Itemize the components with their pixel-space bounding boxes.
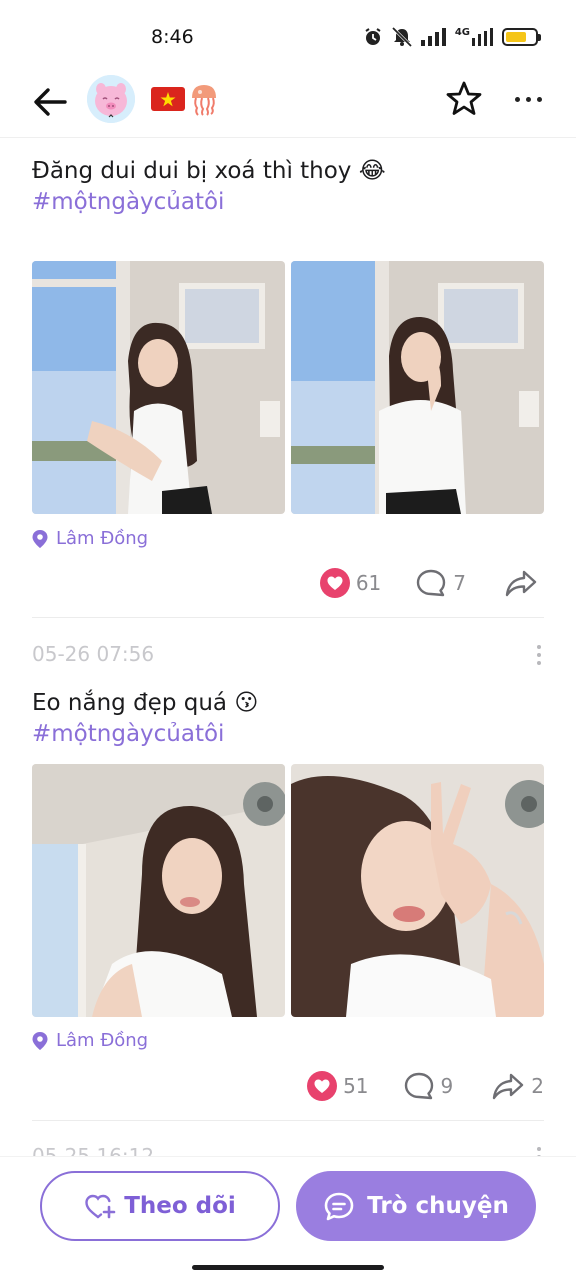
post-date: 05-25 16:12 <box>32 1144 155 1156</box>
share-button[interactable]: 2 <box>491 1072 544 1100</box>
network-label: 4G <box>454 27 470 38</box>
comment-count: 9 <box>440 1074 454 1098</box>
photo-grid <box>32 261 544 514</box>
post-text: Đăng dui dui bị xoá thì thoy 😂 <box>32 158 386 184</box>
back-button[interactable] <box>30 82 70 122</box>
heart-filled-icon <box>307 1071 338 1101</box>
post-hashtag[interactable]: #mộtngàycủatôi <box>32 719 544 750</box>
post-date: 05-26 07:56 <box>32 642 155 666</box>
share-arrow-icon <box>493 1073 524 1100</box>
more-horizontal-icon <box>514 96 520 102</box>
vietnam-flag-icon <box>151 87 185 111</box>
status-time: 8:46 <box>151 26 194 48</box>
chat-bubble-icon <box>324 1192 354 1221</box>
battery-fill <box>506 32 526 42</box>
star-outline-icon <box>446 81 482 115</box>
network-4g-icon: 4G <box>455 28 494 46</box>
post-card: Đăng dui dui bị xoá thì thoy 😂 #mộtngàyc… <box>32 156 544 618</box>
post-text: Eo nắng đẹp quá 😗 <box>32 690 259 716</box>
favorite-button[interactable] <box>444 79 484 119</box>
avatar[interactable] <box>87 75 135 123</box>
share-button[interactable] <box>504 569 544 597</box>
photo-grid <box>32 764 544 1017</box>
alarm-icon <box>365 28 381 45</box>
home-indicator <box>192 1265 384 1270</box>
post-actions: 51 9 2 <box>307 1071 544 1101</box>
comment-bubble-icon <box>417 569 446 597</box>
comment-button[interactable]: 7 <box>415 568 466 598</box>
heart-plus-icon <box>85 1194 116 1219</box>
jellyfish-icon <box>192 85 216 116</box>
post-photo[interactable] <box>32 261 285 514</box>
arrow-left-icon <box>34 88 67 116</box>
status-bar: 8:46 4G <box>0 0 576 76</box>
location-label: Lâm Đồng <box>56 1030 149 1051</box>
bottom-action-bar: Theo dõi Trò chuyện <box>0 1156 576 1280</box>
post-more-button[interactable] <box>534 643 544 667</box>
post-location[interactable]: Lâm Đồng <box>32 1030 148 1051</box>
like-button[interactable]: 61 <box>319 568 382 598</box>
post-more-button[interactable] <box>534 1145 544 1156</box>
post-actions: 61 7 <box>319 568 544 598</box>
heart-filled-icon <box>319 568 350 598</box>
post-photo[interactable] <box>32 764 285 1017</box>
post-photo[interactable] <box>291 764 544 1017</box>
signal-icon <box>420 28 446 46</box>
chat-label: Trò chuyện <box>367 1193 509 1219</box>
chat-button[interactable]: Trò chuyện <box>296 1171 536 1241</box>
post-photo[interactable] <box>291 261 544 514</box>
pink-pig-avatar <box>87 75 135 123</box>
like-count: 61 <box>355 571 382 595</box>
like-button[interactable]: 51 <box>307 1071 369 1101</box>
comment-bubble-icon <box>404 1072 433 1100</box>
battery-icon <box>502 28 541 46</box>
comment-button[interactable]: 9 <box>403 1071 454 1101</box>
post-divider <box>32 1120 544 1121</box>
location-pin-icon <box>32 1031 48 1050</box>
post-divider <box>32 617 544 618</box>
share-arrow-icon <box>505 570 537 597</box>
more-options-button[interactable] <box>506 79 550 119</box>
post-location[interactable]: Lâm Đồng <box>32 528 148 549</box>
location-pin-icon <box>32 529 48 548</box>
mute-icon <box>391 27 412 47</box>
post-card: 05-26 07:56 Eo nắng đẹp quá 😗 #mộtngàycủ… <box>32 640 544 1122</box>
follow-button[interactable]: Theo dõi <box>40 1171 280 1241</box>
follow-label: Theo dõi <box>124 1193 236 1219</box>
post-card: 05-25 16:12 <box>32 1140 544 1156</box>
comment-count: 7 <box>453 571 466 595</box>
post-body: Eo nắng đẹp quá 😗 #mộtngàycủatôi <box>32 688 544 750</box>
location-label: Lâm Đồng <box>56 528 149 549</box>
status-icons: 4G <box>363 27 541 47</box>
like-count: 51 <box>343 1074 369 1098</box>
share-count: 2 <box>531 1074 544 1098</box>
post-hashtag[interactable]: #mộtngàycủatôi <box>32 187 544 218</box>
profile-header <box>0 70 576 138</box>
